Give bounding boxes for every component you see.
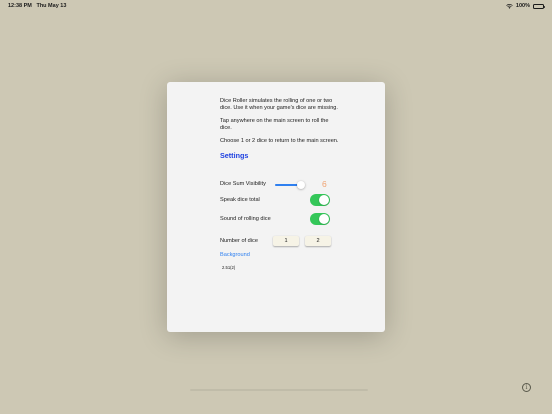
home-indicator <box>190 389 368 391</box>
one-die-button[interactable]: 1 <box>273 235 299 246</box>
status-clock: 12:38 PM <box>8 3 32 9</box>
status-date: Thu May 13 <box>36 3 67 9</box>
wifi-icon <box>506 3 513 9</box>
version-label: 2.51(2) <box>222 265 236 270</box>
about-section: Dice Roller simulates the rolling of one… <box>220 98 340 160</box>
sound-rolling-dice-toggle[interactable] <box>310 213 330 225</box>
sound-rolling-dice-label: Sound of rolling dice <box>220 216 271 222</box>
battery-full-icon <box>533 3 545 9</box>
about-paragraph: Tap anywhere on the main screen to roll … <box>220 118 329 131</box>
status-time: 12:38 PM Thu May 13 <box>8 3 66 9</box>
dice-sum-value: 6 <box>322 179 327 189</box>
toggle-knob <box>319 195 329 205</box>
dice-sum-visibility-label: Dice Sum Visibility <box>220 181 266 187</box>
slider-thumb[interactable] <box>296 180 305 189</box>
dice-sum-visibility-slider[interactable] <box>275 180 305 189</box>
two-dice-button[interactable]: 2 <box>305 235 331 246</box>
battery-percent: 100% <box>515 3 530 9</box>
about-paragraph: Choose 1 or 2 dice to return to the main… <box>220 138 339 145</box>
settings-heading: Settings <box>220 151 249 161</box>
speak-dice-total-toggle[interactable] <box>310 194 330 206</box>
status-right: 100% <box>506 3 545 9</box>
status-bar: 12:38 PM Thu May 13 100% <box>0 0 552 12</box>
about-paragraph: Dice Roller simulates the rolling of one… <box>220 98 338 111</box>
settings-panel: Dice Roller simulates the rolling of one… <box>167 82 385 332</box>
toggle-knob <box>319 214 329 224</box>
speak-dice-total-label: Speak dice total <box>220 197 260 203</box>
info-circle-icon[interactable]: i <box>522 383 531 392</box>
background-link[interactable]: Background <box>220 252 250 258</box>
number-of-dice-label: Number of dice <box>220 238 258 244</box>
